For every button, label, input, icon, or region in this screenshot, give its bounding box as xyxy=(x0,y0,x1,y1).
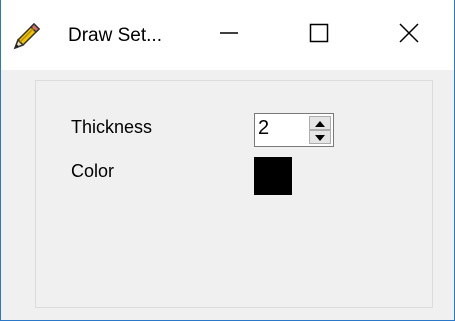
client-area: Thickness Color xyxy=(1,70,454,320)
thickness-label: Thickness xyxy=(71,117,153,137)
color-label: Color xyxy=(71,161,115,181)
minimize-button[interactable] xyxy=(184,0,274,70)
stepper-buttons xyxy=(309,116,331,144)
thickness-stepper[interactable] xyxy=(254,113,334,147)
minimize-icon xyxy=(219,23,239,48)
stepper-down-button[interactable] xyxy=(309,130,331,144)
close-icon xyxy=(399,22,419,48)
settings-panel: Thickness Color xyxy=(35,80,433,308)
close-button[interactable] xyxy=(364,0,454,70)
maximize-icon xyxy=(309,23,329,48)
pencil-icon xyxy=(9,20,43,54)
title-bar[interactable]: Draw Set... xyxy=(1,0,454,70)
draw-settings-window: Draw Set... Thickness 2 Color xyxy=(0,0,455,321)
arrow-down-icon xyxy=(315,128,325,146)
maximize-button[interactable] xyxy=(274,0,364,70)
window-title: Draw Set... xyxy=(68,25,162,46)
color-swatch[interactable] xyxy=(254,157,292,195)
thickness-input[interactable] xyxy=(258,117,308,140)
